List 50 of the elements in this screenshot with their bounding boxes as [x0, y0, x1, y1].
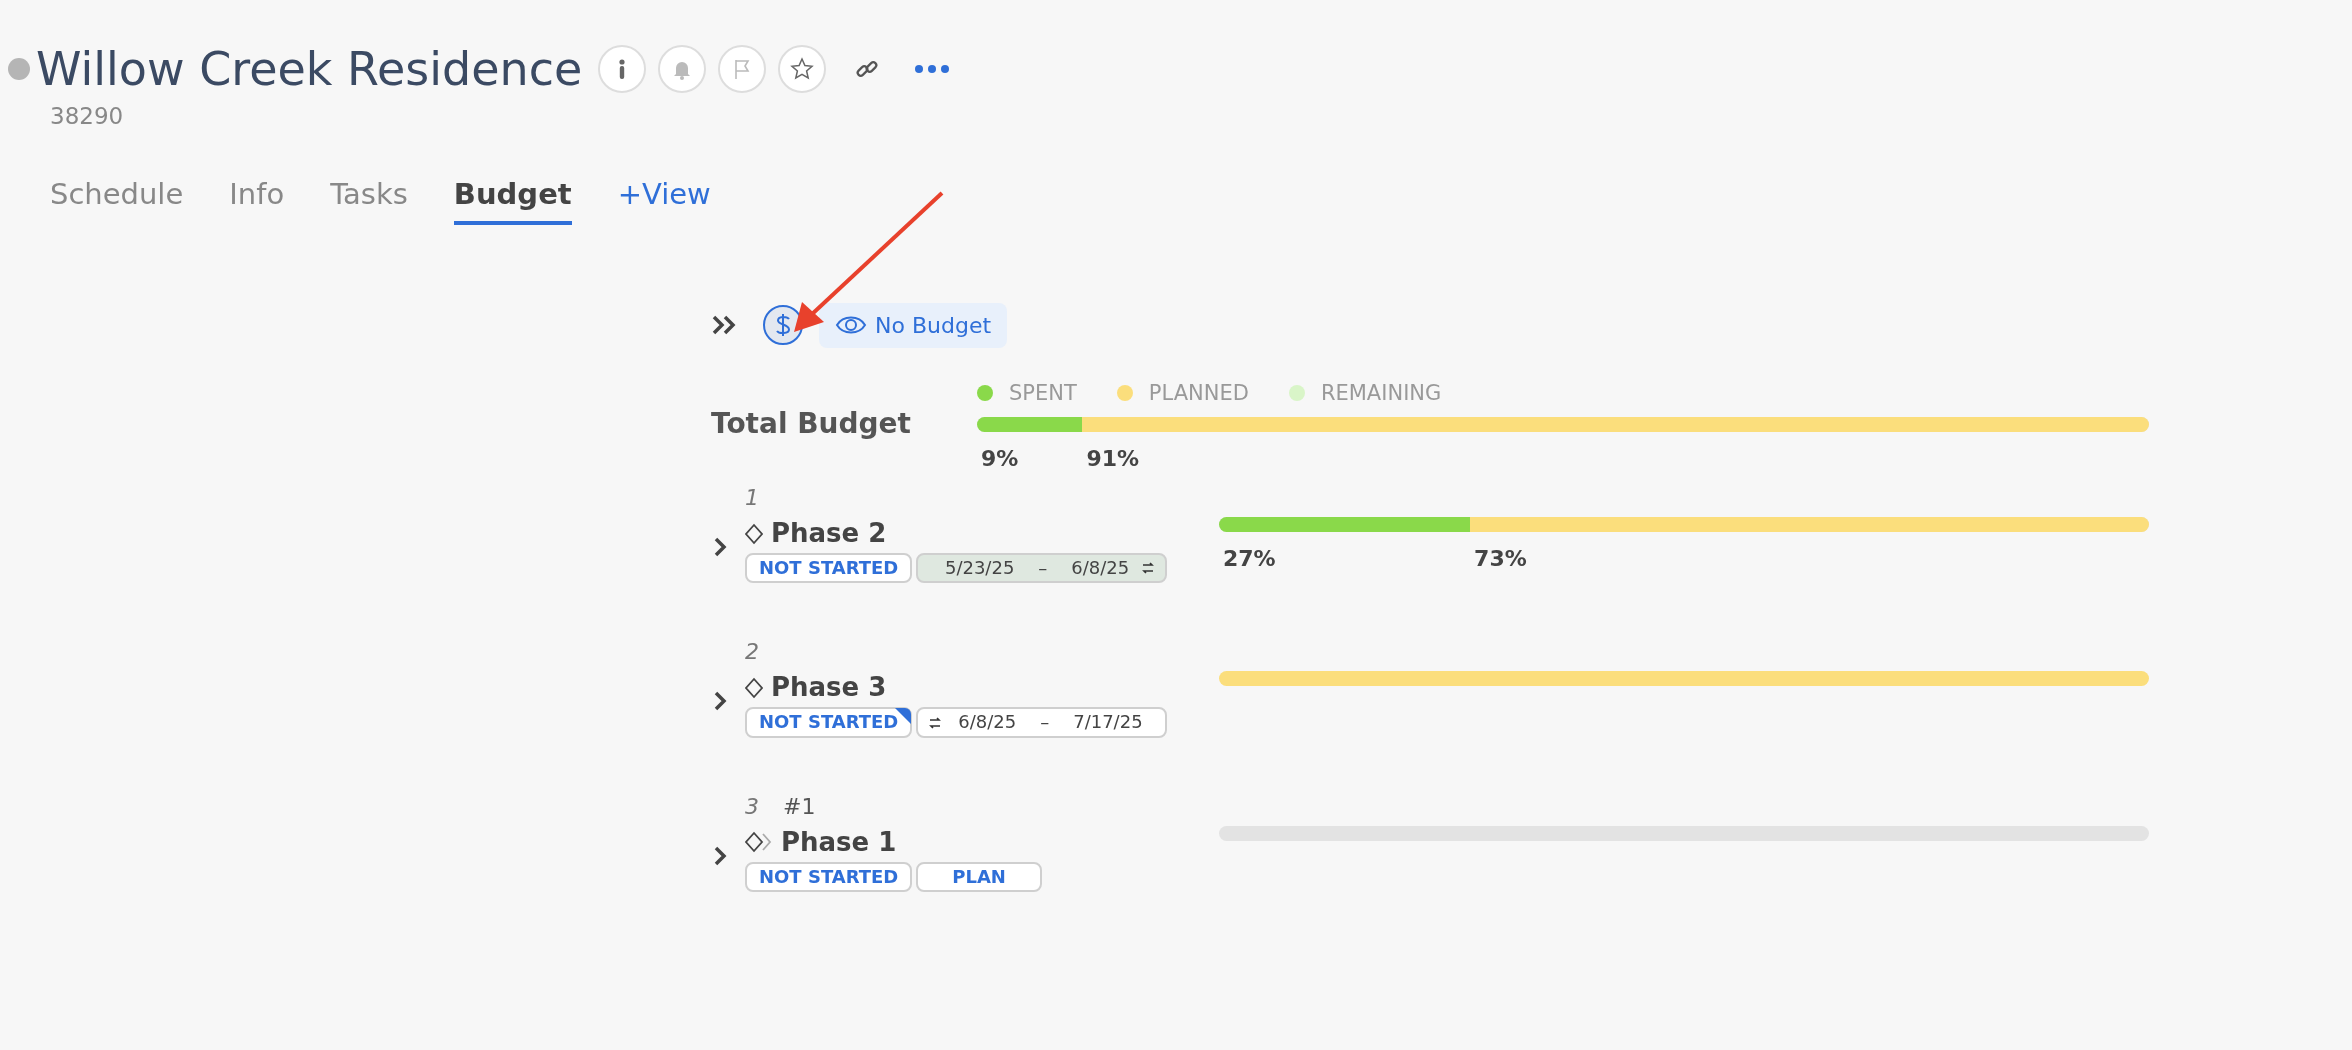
legend-label: SPENT	[1009, 379, 1077, 407]
expand-chevron-icon[interactable]	[713, 691, 727, 712]
date-range[interactable]: 5/23/25 – 6/8/25	[916, 553, 1168, 584]
end-date: 6/8/25	[1071, 556, 1130, 581]
project-id: 38290	[50, 101, 125, 131]
phase-name: Phase 3	[771, 671, 887, 705]
project-title: Willow Creek Residence	[36, 44, 583, 95]
row-number: 1	[745, 484, 759, 513]
eye-icon	[835, 315, 867, 336]
total-budget-label: Total Budget	[711, 406, 912, 443]
phase-name: Phase 2	[771, 517, 887, 551]
status-badge[interactable]: NOT STARTED	[745, 707, 913, 738]
status-badge[interactable]: NOT STARTED	[745, 861, 913, 892]
phase-tag: #1	[783, 789, 816, 823]
diamond-icon	[745, 522, 763, 545]
legend-label: PLANNED	[1148, 379, 1249, 407]
swap-icon	[928, 715, 943, 730]
end-date: 7/17/25	[1073, 710, 1143, 735]
info-icon	[618, 58, 627, 81]
row-number: 2	[745, 638, 759, 667]
milestone-diamond-icon	[745, 831, 773, 854]
tab[interactable]: Schedule	[50, 173, 184, 225]
no-budget-button[interactable]: No Budget	[819, 302, 1008, 348]
double-chevron-icon[interactable]	[711, 314, 737, 337]
percent-label: 27%	[1223, 546, 1276, 572]
tab[interactable]: Budget	[453, 173, 572, 225]
plan-badge[interactable]: PLAN	[916, 861, 1042, 892]
row-number: 3	[745, 792, 759, 821]
date-range[interactable]: 6/8/25 – 7/17/25	[916, 707, 1168, 738]
phase-name: Phase 1	[781, 825, 897, 859]
percent-label: 9%	[981, 446, 1019, 472]
star-icon	[790, 57, 815, 82]
swap-icon	[1141, 561, 1156, 576]
expand-chevron-icon[interactable]	[713, 537, 727, 558]
tab[interactable]: Tasks	[330, 173, 408, 225]
status-badge[interactable]: NOT STARTED	[745, 553, 913, 584]
legend-label: REMAINING	[1320, 379, 1442, 407]
tab[interactable]: Info	[229, 173, 285, 225]
expand-chevron-icon[interactable]	[713, 845, 727, 866]
dollar-button[interactable]	[763, 305, 803, 346]
percent-label: 91%	[1086, 446, 1140, 472]
percent-label: 73%	[1474, 546, 1527, 572]
diamond-icon	[745, 676, 763, 699]
more-icon[interactable]	[914, 64, 951, 75]
start-date: 6/8/25	[958, 710, 1017, 735]
date-separator: –	[1040, 710, 1050, 735]
date-separator: –	[1038, 556, 1048, 581]
add-view-link[interactable]: +View	[617, 173, 711, 225]
start-date: 5/23/25	[944, 556, 1015, 581]
status-dot	[8, 58, 30, 81]
